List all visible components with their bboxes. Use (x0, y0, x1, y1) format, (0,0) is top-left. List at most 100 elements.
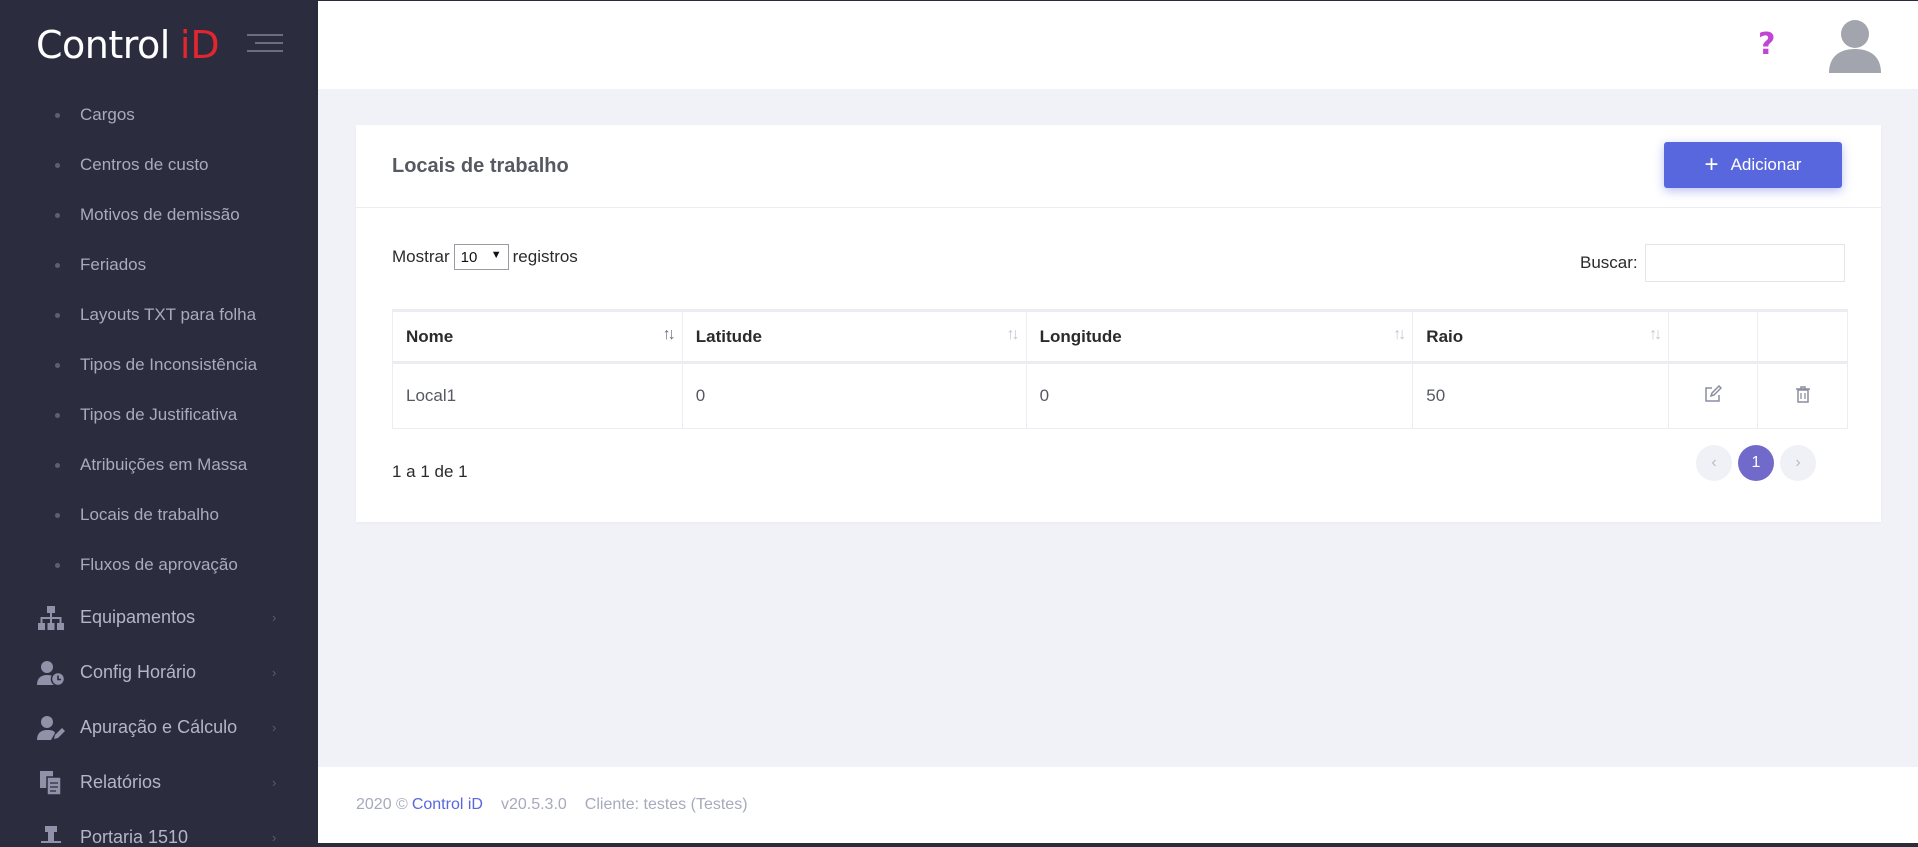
column-label: Raio (1426, 326, 1464, 346)
next-page-button[interactable]: › (1780, 445, 1816, 481)
bullet-icon (55, 262, 60, 268)
brand-accent: iD (179, 23, 220, 67)
page-size-value: 10 (460, 248, 478, 266)
edit-icon[interactable] (1704, 384, 1723, 408)
sidebar-item-layouts-txt[interactable]: Layouts TXT para folha (0, 290, 318, 340)
page-button-1[interactable]: 1 (1738, 445, 1774, 481)
page-length-control: Mostrar 10 ▼ registros (392, 244, 578, 270)
chevron-right-icon: › (272, 610, 277, 625)
footer: 2020 © Control iD v20.5.3.0 Cliente: tes… (318, 767, 1918, 843)
column-label: Latitude (695, 326, 762, 346)
chevron-right-icon: › (272, 665, 277, 680)
bullet-icon (55, 212, 60, 218)
sidebar-item-portaria-1510[interactable]: Portaria 1510 › (0, 810, 318, 847)
cell-raio: 50 (1412, 362, 1670, 429)
sidebar-item-label: Tipos de Justificativa (80, 405, 238, 424)
card-header: Locais de trabalho + Adicionar (356, 125, 1881, 208)
add-button[interactable]: + Adicionar (1664, 142, 1842, 188)
add-button-label: Adicionar (1730, 155, 1802, 174)
sidebar-item-label: Centros de custo (80, 155, 209, 174)
bullet-icon (55, 512, 60, 518)
footer-company-link[interactable]: Control iD (412, 796, 483, 814)
bullet-icon (55, 312, 60, 318)
sort-icon: ↑↓ (1006, 326, 1020, 343)
sidebar-item-label: Locais de trabalho (80, 505, 219, 524)
sidebar-item-label: Relatórios (80, 772, 162, 792)
caret-down-icon: ▼ (490, 249, 502, 261)
help-icon[interactable]: ? (1758, 27, 1775, 62)
cell-nome: Local1 (392, 362, 683, 429)
prev-page-button[interactable]: ‹ (1696, 445, 1732, 481)
sidebar-item-centros-de-custo[interactable]: Centros de custo (0, 140, 318, 190)
sort-asc-icon: ↑↓ (662, 326, 676, 343)
sidebar-item-label: Apuração e Cálculo (80, 717, 238, 737)
chevron-right-icon: › (272, 720, 277, 735)
sidebar-item-locais-de-trabalho[interactable]: Locais de trabalho (0, 490, 318, 540)
trash-icon[interactable] (1795, 385, 1811, 408)
records-label: registros (512, 247, 578, 266)
sidebar-item-label: Feriados (80, 255, 147, 274)
plus-icon: + (1704, 151, 1719, 178)
work-locations-card: Locais de trabalho + Adicionar Mostrar 1… (356, 125, 1881, 522)
page-size-select[interactable]: 10 ▼ (453, 244, 509, 270)
sidebar-item-config-horario[interactable]: Config Horário › (0, 645, 318, 700)
table-header-row: Nome ↑↓ Latitude ↑↓ Longitude ↑↓ Raio ↑↓ (392, 309, 1848, 364)
show-label: Mostrar (392, 247, 450, 266)
bullet-icon (55, 112, 60, 118)
sidebar-item-label: Tipos de Inconsistência (80, 355, 258, 374)
sidebar-item-label: Layouts TXT para folha (80, 305, 257, 324)
search-control: Buscar: (1580, 244, 1845, 282)
pagination: ‹ 1 › (1690, 445, 1816, 481)
work-locations-table: Nome ↑↓ Latitude ↑↓ Longitude ↑↓ Raio ↑↓ Loc… (392, 309, 1848, 429)
footer-copyright: 2020 © (356, 796, 408, 813)
sidebar-item-fluxos-de-aprovacao[interactable]: Fluxos de aprovação (0, 540, 318, 590)
user-edit-icon (36, 714, 66, 742)
column-header-raio[interactable]: Raio ↑↓ (1412, 309, 1670, 364)
user-avatar[interactable] (1826, 17, 1884, 75)
sidebar-item-label: Cargos (80, 105, 135, 124)
column-header-longitude[interactable]: Longitude ↑↓ (1025, 309, 1414, 364)
sidebar-item-cargos[interactable]: Cargos (0, 90, 318, 140)
sidebar-item-relatorios[interactable]: Relatórios › (0, 755, 318, 810)
column-header-edit (1668, 309, 1759, 364)
sidebar-item-feriados[interactable]: Feriados (0, 240, 318, 290)
column-label: Nome (406, 326, 454, 346)
sidebar-item-tipos-de-justificativa[interactable]: Tipos de Justificativa (0, 390, 318, 440)
bullet-icon (55, 462, 60, 468)
sort-icon: ↑↓ (1649, 326, 1662, 343)
search-label: Buscar: (1580, 253, 1638, 272)
top-bar: ? (318, 0, 1918, 89)
sidebar-item-equipamentos[interactable]: Equipamentos › (0, 590, 318, 645)
sidebar-item-label: Equipamentos (80, 607, 196, 627)
user-clock-icon (36, 659, 66, 687)
column-header-delete (1757, 309, 1848, 364)
cell-latitude: 0 (681, 362, 1027, 429)
window-bottom-edge (0, 843, 1918, 847)
sidebar-item-atribuicoes-em-massa[interactable]: Atribuições em Massa (0, 440, 318, 490)
brand-logo[interactable]: Control iD (0, 0, 318, 90)
brand-name: Control (36, 23, 170, 67)
sidebar-item-apuracao-e-calculo[interactable]: Apuração e Cálculo › (0, 700, 318, 755)
footer-version: v20.5.3.0 (500, 796, 567, 813)
menu-toggle-icon[interactable] (247, 34, 283, 56)
bullet-icon (55, 362, 60, 368)
cell-edit (1668, 362, 1759, 429)
table-info: 1 a 1 de 1 (392, 462, 468, 481)
sidebar-item-tipos-de-inconsistencia[interactable]: Tipos de Inconsistência (0, 340, 318, 390)
footer-client: Cliente: testes (Testes) (584, 796, 748, 813)
column-header-nome[interactable]: Nome ↑↓ (392, 309, 683, 364)
table-row: Local1 0 0 50 (392, 362, 1848, 429)
main-content: Locais de trabalho + Adicionar Mostrar 1… (318, 89, 1918, 767)
sidebar-item-motivos-de-demissao[interactable]: Motivos de demissão (0, 190, 318, 240)
sidebar-submenu: Cargos Centros de custo Motivos de demis… (0, 90, 318, 590)
sidebar-item-label: Atribuições em Massa (80, 455, 248, 474)
search-input[interactable] (1644, 244, 1845, 282)
page-title: Locais de trabalho (392, 155, 569, 177)
sort-icon: ↑↓ (1393, 326, 1406, 343)
sidebar-item-label: Config Horário (80, 662, 197, 682)
cell-delete (1757, 362, 1848, 429)
column-header-latitude[interactable]: Latitude ↑↓ (681, 309, 1027, 364)
bullet-icon (55, 162, 60, 168)
sidebar: Control iD Cargos Centros de custo Motiv… (0, 0, 318, 847)
user-silhouette-icon (1829, 20, 1881, 73)
